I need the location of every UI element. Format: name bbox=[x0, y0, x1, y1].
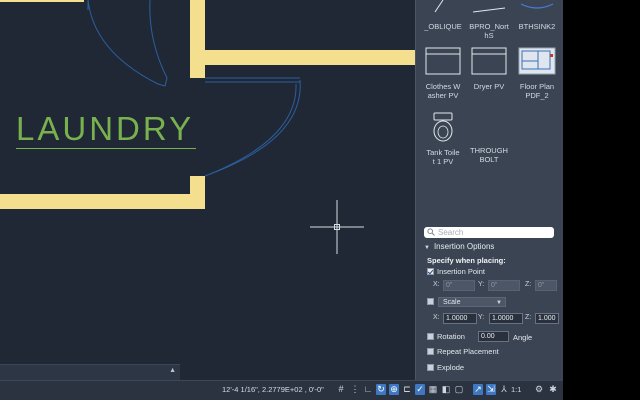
status-bar: 12'-4 1/16", 2.2779E+02 , 0'-0" # ⋮ ∟ ↻ … bbox=[0, 380, 563, 400]
specify-when-placing-label: Specify when placing: bbox=[427, 256, 506, 265]
customization-gear-icon[interactable]: ✱ bbox=[548, 384, 558, 395]
wall-segment bbox=[0, 0, 84, 2]
insertion-z-field[interactable]: 0" bbox=[535, 280, 557, 291]
lineweight-icon[interactable]: ▦ bbox=[428, 384, 438, 395]
y-axis-label: Y: bbox=[478, 281, 485, 288]
block-oblique[interactable]: _OBLIQUE bbox=[420, 0, 466, 31]
y-axis-label: Y: bbox=[478, 314, 485, 321]
block-tank-toilet[interactable]: Tank Toile t 1 PV bbox=[420, 112, 466, 166]
repeat-placement-label: Repeat Placement bbox=[437, 347, 499, 356]
scale-dropdown[interactable]: Scale ▼ bbox=[438, 297, 506, 307]
insertion-y-field[interactable]: 0" bbox=[488, 280, 520, 291]
toilet-icon bbox=[433, 112, 453, 142]
block-bpro-north[interactable]: BPRO_Nort hS bbox=[466, 0, 512, 40]
wall-segment bbox=[190, 0, 205, 78]
annotation-scale-value[interactable]: 1:1 bbox=[511, 385, 521, 394]
drawing-canvas[interactable]: LAUNDRY ▲ bbox=[0, 0, 415, 380]
bathroom-sink-icon bbox=[520, 3, 554, 9]
block-label: Tank Toile t 1 PV bbox=[426, 148, 460, 166]
snap-icon[interactable]: ⋮ bbox=[350, 384, 360, 395]
block-label: BTHSINK2 bbox=[518, 22, 556, 31]
block-label: Clothes W asher PV bbox=[425, 82, 461, 100]
grid-icon[interactable]: # bbox=[336, 384, 346, 395]
z-axis-label: Z: bbox=[525, 281, 532, 288]
floor-plan bbox=[0, 0, 415, 209]
x-axis-label: X: bbox=[433, 281, 440, 288]
search-input[interactable] bbox=[438, 227, 548, 238]
object-snap-icon[interactable]: ⊏ bbox=[402, 384, 412, 395]
explode-label: Explode bbox=[437, 363, 465, 372]
walls bbox=[0, 0, 415, 209]
block-label: BPRO_Nort hS bbox=[469, 22, 509, 40]
search-box[interactable] bbox=[424, 227, 554, 238]
command-history-arrow-icon[interactable]: ▲ bbox=[169, 367, 176, 374]
washer-icon bbox=[425, 47, 461, 75]
block-floor-plan-pdf[interactable]: Floor Plan PDF_2 bbox=[514, 46, 560, 100]
door-swing-upper bbox=[83, 0, 168, 87]
block-label: THROUGH BOLT bbox=[470, 146, 508, 164]
selection-cycling-icon[interactable]: ▢ bbox=[454, 384, 464, 395]
section-title: Insertion Options bbox=[433, 242, 495, 251]
angle-label: Angle bbox=[513, 333, 533, 342]
z-axis-label: Z: bbox=[525, 314, 532, 321]
scale-x-field[interactable]: 1.0000 bbox=[443, 313, 477, 324]
rotation-label: Rotation bbox=[437, 332, 465, 341]
scale-y-field[interactable]: 1.0000 bbox=[489, 313, 523, 324]
annotation-scale-icon[interactable]: ⅄ bbox=[499, 384, 509, 395]
collapse-triangle-icon[interactable]: ▼ bbox=[424, 245, 430, 251]
block-label: Dryer PV bbox=[473, 82, 505, 91]
chevron-down-icon: ▼ bbox=[496, 300, 502, 306]
isometric-drafting-icon[interactable]: ✓ bbox=[415, 384, 425, 395]
polar-tracking-icon[interactable]: ↻ bbox=[376, 384, 386, 395]
blocks-palette: _OBLIQUE BPRO_Nort hS BTHSINK2 Clothes W… bbox=[415, 0, 563, 380]
crosshair-cursor bbox=[310, 200, 364, 254]
block-through-bolt[interactable]: THROUGH BOLT bbox=[466, 112, 512, 164]
room-label: LAUNDRY bbox=[16, 110, 197, 149]
insertion-point-label: Insertion Point bbox=[437, 267, 485, 276]
north-arrow-icon bbox=[472, 7, 506, 13]
block-dryer[interactable]: Dryer PV bbox=[466, 46, 512, 91]
floor-plan-thumbnail-icon bbox=[518, 47, 556, 75]
scale-z-field[interactable]: 1.000 bbox=[535, 313, 559, 324]
block-bthsink2[interactable]: BTHSINK2 bbox=[514, 0, 560, 31]
oblique-arrow-icon bbox=[434, 0, 444, 13]
annotation-visibility-icon[interactable]: ↗ bbox=[473, 384, 483, 395]
ortho-icon[interactable]: ∟ bbox=[363, 384, 373, 395]
insertion-options-header[interactable]: ▼ Insertion Options bbox=[424, 242, 494, 251]
block-label: _OBLIQUE bbox=[424, 22, 462, 31]
rotation-checkbox[interactable] bbox=[427, 333, 434, 340]
scale-dropdown-value: Scale bbox=[443, 299, 461, 306]
coordinates-readout[interactable]: 12'-4 1/16", 2.2779E+02 , 0'-0" bbox=[222, 385, 324, 394]
autocad-window: LAUNDRY ▲ _OBLIQUE BPRO_Nort hS BTHSINK2… bbox=[0, 0, 563, 400]
wall-segment bbox=[190, 50, 415, 65]
transparency-icon[interactable]: ◧ bbox=[441, 384, 451, 395]
bolt-icon bbox=[469, 112, 509, 142]
door-swing-lower bbox=[204, 77, 301, 177]
insertion-x-field[interactable]: 0" bbox=[443, 280, 475, 291]
rotation-field[interactable]: 0.00 bbox=[478, 331, 509, 342]
command-line[interactable]: ▲ bbox=[0, 364, 180, 380]
dryer-icon bbox=[471, 47, 507, 75]
auto-scale-icon[interactable]: ⇲ bbox=[486, 384, 496, 395]
x-axis-label: X: bbox=[433, 314, 440, 321]
block-clothes-washer[interactable]: Clothes W asher PV bbox=[420, 46, 466, 100]
workspace-switch-icon[interactable]: ⚙ bbox=[534, 384, 544, 395]
explode-checkbox[interactable] bbox=[427, 364, 434, 371]
insertion-point-checkbox[interactable] bbox=[427, 268, 434, 275]
wall-segment bbox=[0, 194, 205, 209]
scale-checkbox[interactable] bbox=[427, 298, 434, 305]
block-label: Floor Plan PDF_2 bbox=[519, 82, 555, 100]
object-snap-tracking-icon[interactable]: ⊕ bbox=[389, 384, 399, 395]
repeat-placement-checkbox[interactable] bbox=[427, 348, 434, 355]
search-icon bbox=[427, 228, 435, 236]
